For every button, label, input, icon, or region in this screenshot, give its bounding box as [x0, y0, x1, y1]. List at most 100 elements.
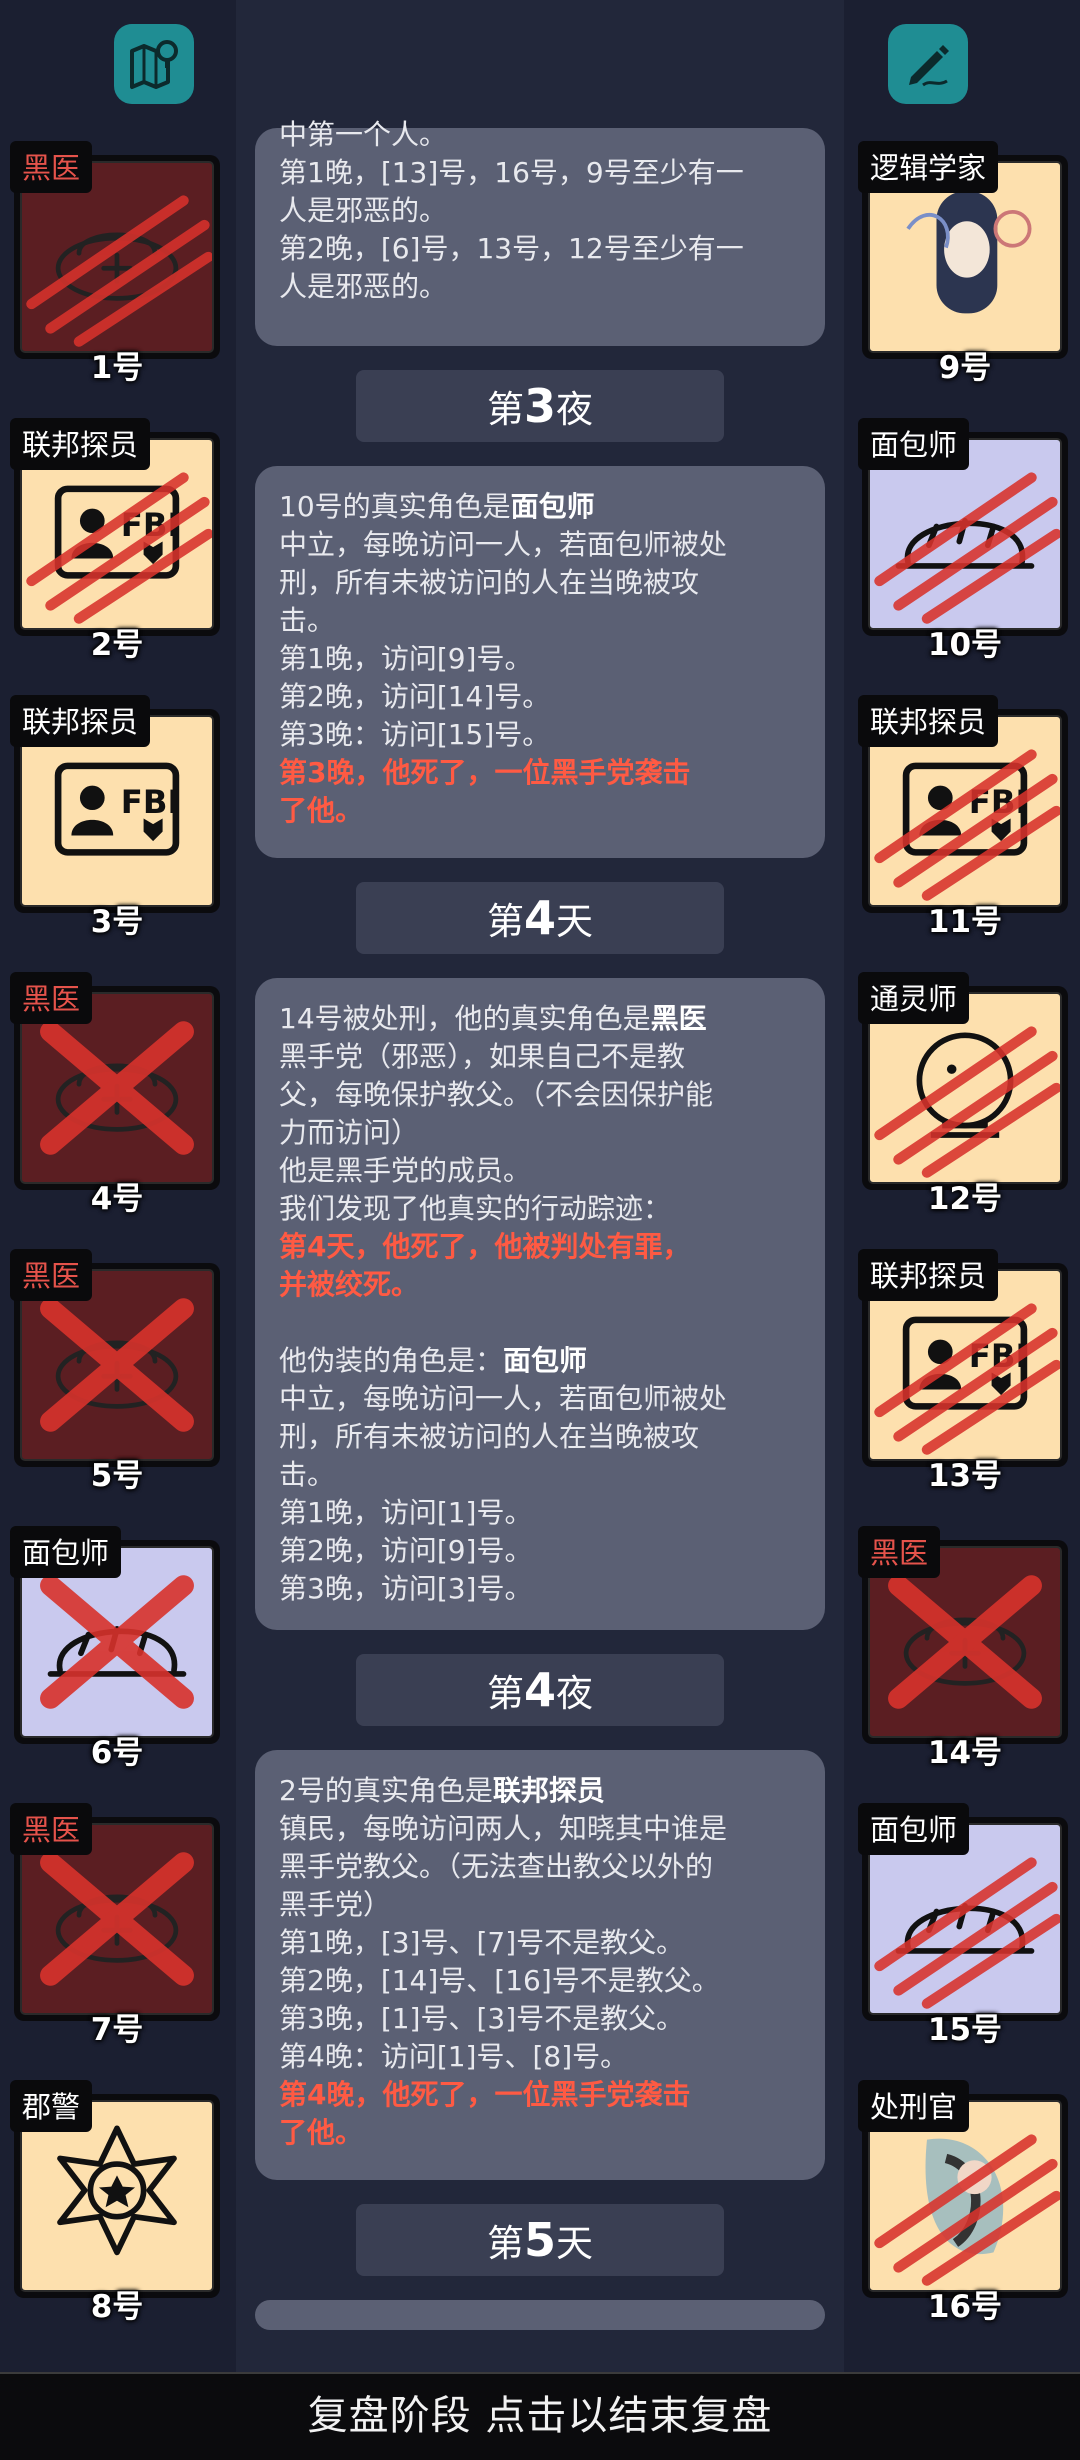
player-card[interactable]: 逻辑学家 9号 [858, 141, 1068, 386]
death-notice: 第3晚，他死了，一位黑手党袭击 [279, 756, 691, 789]
role-tag: 郡警 [10, 2080, 93, 2132]
pencil-icon[interactable] [888, 24, 968, 104]
log-line: 第3晚：访问[15]号。 [279, 718, 551, 751]
death-notice: 了他。 [279, 794, 364, 827]
log-line: 第1晚，[13]号，16号，9号至少有一 [279, 156, 744, 189]
log-line: 第1晚，[3]号、[7]号不是教父。 [279, 1926, 685, 1959]
role-tag: 联邦探员 [858, 1249, 999, 1301]
log-line: 刑，所有未被访问的人在当晚被攻 [279, 566, 700, 599]
log-line: 我们发现了他真实的行动踪迹： [279, 1192, 672, 1225]
log-entry-box: 中第一个人。 第1晚，[13]号，16号，9号至少有一 人是邪恶的。 第2晚，[… [255, 118, 825, 346]
log-line: 第3晚，访问[3]号。 [279, 1572, 533, 1605]
player-number: 7号 [90, 2012, 144, 2048]
log-line: 击。 [279, 1458, 336, 1491]
player-card[interactable]: FBI 联邦探员 3号 [10, 695, 220, 940]
role-tag: 黑医 [858, 1526, 941, 1578]
log-line: 第3晚，[1]号、[3]号不是教父。 [279, 2002, 685, 2035]
player-card[interactable]: FBI 联邦探员 11号 [858, 695, 1068, 940]
player-number: 15号 [927, 2012, 1003, 2048]
player-card[interactable]: FBI 联邦探员 2号 [10, 418, 220, 663]
player-number: 1号 [90, 350, 144, 386]
log-title: 他伪装的角色是：面包师 [279, 1344, 588, 1377]
role-tag: 处刑官 [858, 2080, 970, 2132]
player-card[interactable]: 面包师 15号 [858, 1803, 1068, 2048]
log-line: 第1晚，访问[1]号。 [279, 1496, 533, 1529]
role-tag: 黑医 [10, 1249, 93, 1301]
log-line: 黑手党（邪恶），如果自己不是教 [279, 1040, 686, 1073]
player-card[interactable]: 黑医 7号 [10, 1803, 220, 2048]
log-line: 第2晚，访问[9]号。 [279, 1534, 533, 1567]
player-number: 3号 [90, 904, 144, 940]
player-card[interactable]: 通灵师 12号 [858, 972, 1068, 1217]
log-line: 中立，每晚访问一人，若面包师被处 [279, 1382, 728, 1415]
end-review-button[interactable]: 复盘阶段 点击以结束复盘 [0, 2372, 1080, 2460]
player-number: 2号 [90, 627, 144, 663]
log-entry-box: 2号的真实角色是联邦探员 镇民，每晚访问两人，知晓其中谁是 黑手党教父。（无法查… [255, 1750, 825, 2180]
player-card[interactable]: 郡警 8号 [10, 2080, 220, 2325]
role-tag: 黑医 [10, 141, 93, 193]
player-number: 16号 [927, 2289, 1003, 2325]
phase-header: 第4天 [356, 882, 724, 954]
log-line: 他是黑手党的成员。 [279, 1154, 532, 1187]
log-line: 中第一个人。 [279, 118, 448, 151]
player-number: 10号 [927, 627, 1003, 663]
role-tag: 联邦探员 [10, 418, 151, 470]
death-notice: 并被绞死。 [279, 1268, 420, 1301]
role-tag: 通灵师 [858, 972, 970, 1024]
player-card[interactable]: 黑医 4号 [10, 972, 220, 1217]
player-number: 9号 [938, 350, 992, 386]
role-tag: 联邦探员 [10, 695, 151, 747]
log-line: 黑手党教父。（无法查出教父以外的 [279, 1850, 714, 1883]
log-line: 镇民，每晚访问两人，知晓其中谁是 [279, 1812, 728, 1845]
player-card[interactable]: FBI 联邦探员 13号 [858, 1249, 1068, 1494]
player-card[interactable]: 面包师 6号 [10, 1526, 220, 1771]
log-line: 力而访问） [279, 1116, 420, 1149]
log-line: 第4晚：访问[1]号、[8]号。 [279, 2040, 629, 2073]
player-number: 12号 [927, 1181, 1003, 1217]
log-line: 第2晚，访问[14]号。 [279, 680, 551, 713]
log-line: 第2晚，[14]号、[16]号不是教父。 [279, 1964, 720, 1997]
role-tag: 黑医 [10, 972, 93, 1024]
player-card[interactable]: 处刑官 16号 [858, 2080, 1068, 2325]
phase-header: 第5天 [356, 2204, 724, 2276]
player-number: 14号 [927, 1735, 1003, 1771]
death-notice: 第4天，他死了，他被判处有罪， [279, 1230, 691, 1263]
player-card[interactable]: 黑医 5号 [10, 1249, 220, 1494]
log-entry-box: 10号的真实角色是面包师 中立，每晚访问一人，若面包师被处 刑，所有未被访问的人… [255, 466, 825, 858]
death-notice: 了他。 [279, 2116, 364, 2149]
log-line: 击。 [279, 604, 336, 637]
log-title: 14号被处刑，他的真实角色是黑医 [279, 1002, 707, 1035]
log-line: 刑，所有未被访问的人在当晚被攻 [279, 1420, 700, 1453]
log-line: 人是邪恶的。 [279, 270, 448, 303]
log-title: 2号的真实角色是联邦探员 [279, 1774, 605, 1807]
log-entry-box [255, 2300, 825, 2330]
phase-header: 第4夜 [356, 1654, 724, 1726]
player-number: 8号 [90, 2289, 144, 2325]
phase-header: 第3夜 [356, 370, 724, 442]
player-number: 13号 [927, 1458, 1003, 1494]
role-tag: 逻辑学家 [858, 141, 999, 193]
log-line: 人是邪恶的。 [279, 194, 448, 227]
player-card[interactable]: 黑医 1号 [10, 141, 220, 386]
log-title: 10号的真实角色是面包师 [279, 490, 595, 523]
player-card[interactable]: 黑医 14号 [858, 1526, 1068, 1771]
role-tag: 面包师 [858, 418, 970, 470]
role-tag: 黑医 [10, 1803, 93, 1855]
log-line: 第2晚，[6]号，13号，12号至少有一 [279, 232, 744, 265]
log-line: 中立，每晚访问一人，若面包师被处 [279, 528, 728, 561]
player-number: 11号 [927, 904, 1003, 940]
log-line: 父，每晚保护教父。（不会因保护能 [279, 1078, 714, 1111]
player-number: 6号 [90, 1735, 144, 1771]
player-number: 4号 [90, 1181, 144, 1217]
role-tag: 联邦探员 [858, 695, 999, 747]
map-icon[interactable] [114, 24, 194, 104]
log-line: 第1晚，访问[9]号。 [279, 642, 533, 675]
log-line: 黑手党） [279, 1888, 392, 1921]
role-tag: 面包师 [10, 1526, 122, 1578]
svg-text:FBI: FBI [121, 783, 180, 821]
player-number: 5号 [90, 1458, 144, 1494]
log-entry-box: 14号被处刑，他的真实角色是黑医 黑手党（邪恶），如果自己不是教 父，每晚保护教… [255, 978, 825, 1630]
role-tag: 面包师 [858, 1803, 970, 1855]
player-card[interactable]: 面包师 10号 [858, 418, 1068, 663]
death-notice: 第4晚，他死了，一位黑手党袭击 [279, 2078, 691, 2111]
